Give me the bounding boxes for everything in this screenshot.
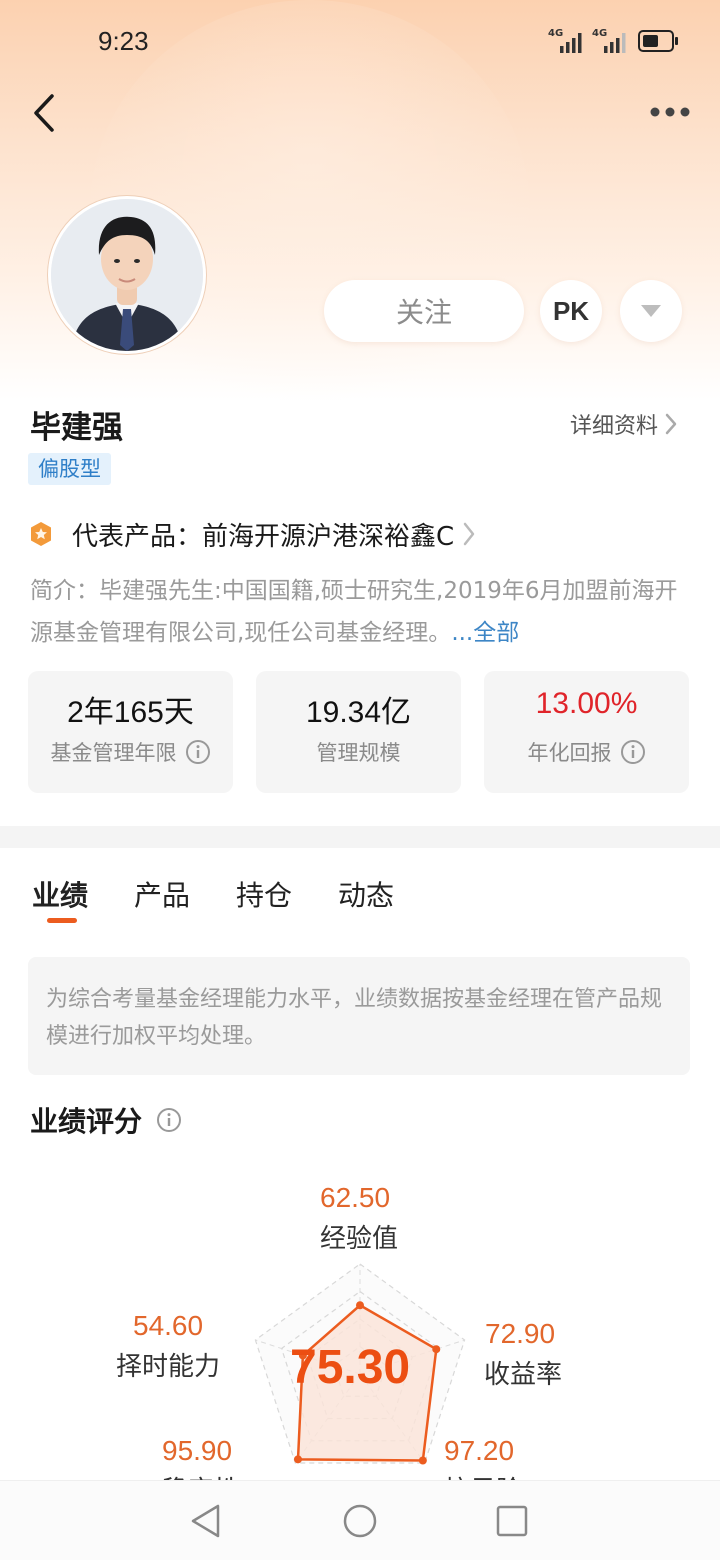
dropdown-button[interactable] bbox=[620, 280, 682, 342]
radar-label-timing: 择时能力 bbox=[116, 1352, 221, 1382]
info-icon[interactable] bbox=[620, 739, 646, 765]
radar-point bbox=[418, 1456, 427, 1465]
section-divider bbox=[0, 826, 720, 848]
chevron-left-icon bbox=[34, 94, 54, 132]
status-bar: 9:23 4G 4G bbox=[0, 0, 720, 84]
radar-label-return: 收益率 bbox=[484, 1360, 563, 1390]
active-tab-indicator bbox=[47, 918, 77, 923]
performance-score-title: 业绩评分 bbox=[30, 1100, 182, 1140]
person-portrait-icon bbox=[51, 199, 203, 351]
stat-value: 13.00% bbox=[535, 687, 638, 720]
avatar bbox=[48, 196, 206, 354]
status-time: 9:23 bbox=[98, 26, 149, 56]
back-button[interactable] bbox=[28, 90, 68, 138]
radar-value-experience: 62.50 bbox=[320, 1182, 391, 1213]
more-dots-icon bbox=[650, 107, 690, 117]
manager-name: 毕建强 bbox=[30, 410, 123, 446]
tab-bar: 业绩 产品 持仓 动态 bbox=[0, 860, 720, 930]
stat-label: 基金管理年限 bbox=[50, 741, 177, 765]
performance-note: 为综合考量基金经理能力水平，业绩数据按基金经理在管产品规模进行加权平均处理。 bbox=[28, 957, 690, 1075]
stat-value: 19.34亿 bbox=[305, 696, 412, 729]
radar-value-return: 72.90 bbox=[485, 1318, 556, 1349]
stat-card-tenure: 2年165天 基金管理年限 bbox=[28, 671, 233, 793]
triangle-down-icon bbox=[641, 305, 661, 317]
nav-back-icon[interactable] bbox=[186, 1501, 226, 1541]
stat-label: 年化回报 bbox=[527, 741, 612, 765]
nav-home-icon[interactable] bbox=[340, 1501, 380, 1541]
stat-value: 2年165天 bbox=[67, 696, 194, 729]
performance-radar-chart: 62.50 经验值 72.90 收益率 97.20 抗风险 95.90 稳定性 … bbox=[0, 1170, 720, 1480]
total-score: 75.30 bbox=[290, 1341, 411, 1394]
stat-label: 管理规模 bbox=[316, 741, 401, 765]
radar-value-timing: 54.60 bbox=[133, 1310, 204, 1341]
intro-expand-link[interactable]: ...全部 bbox=[451, 620, 519, 646]
tab-updates[interactable]: 动态 bbox=[338, 874, 394, 914]
radar-label-stability: 稳定性 bbox=[162, 1470, 240, 1480]
more-button[interactable] bbox=[648, 98, 692, 126]
radar-label-experience: 经验值 bbox=[320, 1224, 399, 1254]
stat-card-annual-return: 13.00% 年化回报 bbox=[484, 671, 689, 793]
tab-holdings[interactable]: 持仓 bbox=[236, 874, 292, 914]
radar-label-risk-resistance: 抗风险 bbox=[444, 1470, 522, 1480]
detail-info-label: 详细资料 bbox=[570, 414, 659, 439]
tab-performance[interactable]: 业绩 bbox=[32, 874, 88, 914]
radar-point bbox=[356, 1301, 364, 1310]
chevron-right-icon bbox=[665, 413, 677, 435]
intro-body: 简介：毕建强先生:中国国籍,硕士研究生,2019年6月加盟前海开源基金管理有限公… bbox=[30, 578, 678, 646]
info-icon[interactable] bbox=[185, 739, 211, 765]
chevron-right-icon bbox=[463, 522, 475, 546]
follow-button[interactable]: 关注 bbox=[324, 280, 524, 342]
radar-value-stability: 95.90 bbox=[162, 1435, 233, 1466]
section-title-text: 业绩评分 bbox=[30, 1105, 143, 1138]
representative-product-link[interactable]: 代表产品：前海开源沪港深裕鑫C bbox=[28, 514, 476, 554]
battery-icon bbox=[638, 30, 678, 52]
info-icon[interactable] bbox=[156, 1107, 182, 1133]
stat-card-scale: 19.34亿 管理规模 bbox=[256, 671, 461, 793]
fund-type-badge: 偏股型 bbox=[28, 453, 111, 485]
radar-svg bbox=[254, 1263, 466, 1465]
pk-button[interactable]: PK bbox=[540, 280, 602, 342]
representative-product-label: 代表产品：前海开源沪港深裕鑫C bbox=[72, 521, 455, 552]
tab-products[interactable]: 产品 bbox=[134, 874, 190, 914]
nav-recents-icon[interactable] bbox=[492, 1501, 532, 1541]
detail-info-link[interactable]: 详细资料 bbox=[570, 408, 678, 440]
medal-icon bbox=[31, 522, 51, 546]
system-nav-bar bbox=[0, 1480, 720, 1560]
intro-text: 简介：毕建强先生:中国国籍,硕士研究生,2019年6月加盟前海开源基金管理有限公… bbox=[30, 570, 690, 654]
radar-value-risk-resistance: 97.20 bbox=[444, 1435, 515, 1466]
radar-point bbox=[432, 1345, 441, 1354]
radar-point bbox=[293, 1455, 302, 1464]
